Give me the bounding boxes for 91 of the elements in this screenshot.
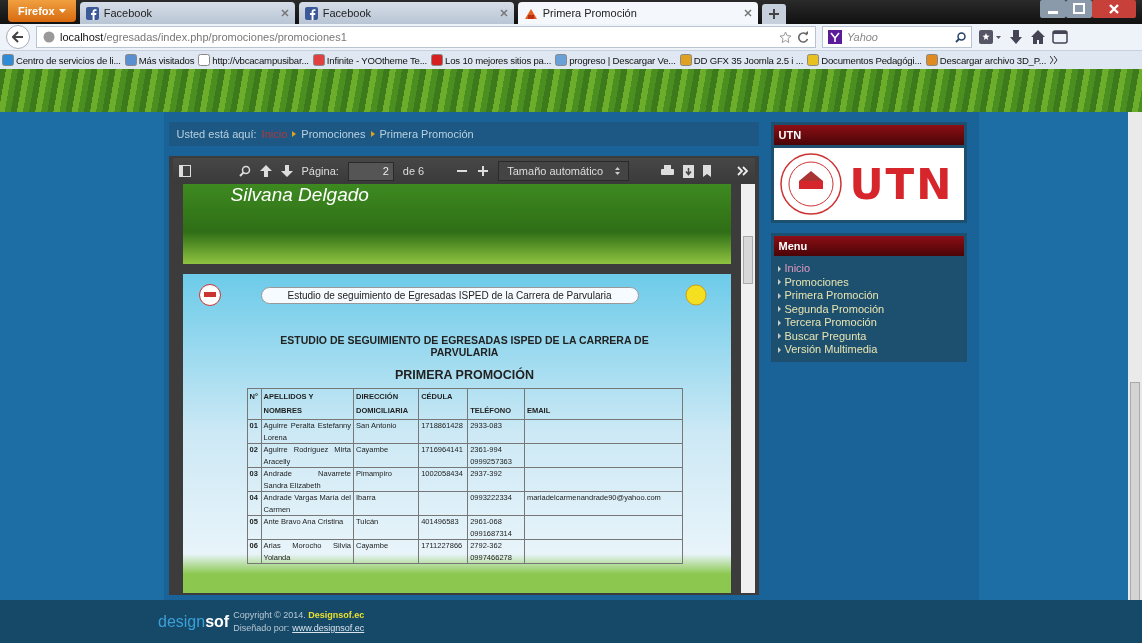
bookmark-item[interactable]: http://vbcacampusibar... — [198, 54, 309, 66]
module-title: UTN — [773, 125, 964, 145]
sidebar-toggle-icon[interactable] — [178, 165, 191, 177]
print-icon[interactable] — [660, 165, 674, 177]
browser-tab[interactable]: Facebook — [79, 2, 295, 24]
breadcrumb-link[interactable]: Primera Promoción — [379, 128, 474, 140]
window-icon[interactable] — [1052, 29, 1068, 45]
url-text: localhost/egresadas/index.php/promociones/promociones1 — [60, 31, 347, 43]
menu-link[interactable]: Buscar Pregunta — [777, 329, 960, 343]
seal-icon — [198, 284, 221, 306]
plus-icon — [768, 9, 779, 19]
designer-link[interactable]: www.designsof.ec — [292, 623, 365, 633]
favicon-icon — [807, 54, 820, 66]
designsof-logo: designsof — [158, 612, 230, 631]
designed-by-text: Diseñado por: — [233, 623, 290, 633]
bookmark-item[interactable]: Centro de servicios de li... — [2, 54, 121, 66]
chevron-icon[interactable] — [1050, 56, 1059, 64]
arrow-up-icon[interactable] — [259, 165, 272, 177]
reload-icon[interactable] — [797, 31, 809, 43]
bookmark-icon[interactable] — [702, 165, 711, 177]
home-icon[interactable] — [1030, 29, 1046, 45]
bookmark-item[interactable]: Infinite - YOOtheme Te... — [312, 54, 428, 66]
menu-link[interactable]: Promociones — [777, 275, 960, 289]
new-tab-button[interactable] — [761, 4, 786, 24]
browser-tab[interactable]: Facebook — [298, 2, 514, 24]
menu-link[interactable]: Inicio — [777, 262, 960, 276]
menu-link[interactable]: Versión Multimedia — [777, 343, 960, 357]
scroll-thumb[interactable] — [1130, 382, 1140, 600]
yahoo-icon — [828, 30, 842, 44]
star-icon[interactable] — [779, 30, 792, 44]
bookmark-item[interactable]: Los 10 mejores sitios pa... — [431, 54, 552, 66]
menu-link[interactable]: Primera Promoción — [777, 289, 960, 303]
favicon-icon — [2, 54, 14, 66]
favicon-icon — [198, 54, 211, 66]
search-icon[interactable] — [955, 31, 966, 43]
facebook-icon — [304, 6, 318, 20]
zoom-select[interactable]: Tamaño automático — [498, 161, 630, 181]
browser-tab[interactable]: Primera Promoción — [517, 2, 758, 24]
close-icon[interactable] — [280, 9, 289, 17]
favicon-icon — [679, 54, 692, 66]
arrow-icon — [370, 131, 375, 137]
search-icon[interactable] — [238, 165, 251, 177]
address-bar[interactable]: localhost/egresadas/index.php/promociones/promociones1 — [36, 26, 816, 48]
back-button[interactable] — [6, 25, 30, 49]
seal-icon — [779, 153, 842, 215]
close-icon[interactable] — [1092, 0, 1136, 18]
bookmark-item[interactable]: progreso | Descargar Ve... — [555, 54, 676, 66]
page-count: de 6 — [402, 165, 425, 177]
breadcrumb-label: Usted está aquí: — [176, 128, 257, 140]
favicon-icon — [124, 54, 137, 66]
arrow-icon — [292, 131, 297, 137]
download-icon[interactable] — [1008, 29, 1024, 45]
favicon-icon — [431, 54, 444, 66]
logo-text: UTN — [849, 159, 954, 209]
module-title: Menu — [773, 236, 964, 256]
bookmark-item[interactable]: Documentos Pedagógi... — [807, 54, 922, 66]
sort-arrows-icon — [615, 167, 621, 175]
facebook-icon — [85, 6, 99, 20]
menu-link[interactable]: Tercera Promoción — [777, 316, 960, 330]
search-field[interactable]: Yahoo — [822, 26, 972, 48]
minimize-icon[interactable] — [1040, 0, 1066, 18]
arrow-down-icon[interactable] — [280, 165, 293, 177]
zoom-in-icon[interactable] — [477, 165, 490, 177]
page-name-text: Silvana Delgado — [230, 184, 370, 206]
pdf-heading: ESTUDIO DE SEGUIMIENTO DE EGRESADAS ISPED DE LA CARRERA DE PARVULARIA — [279, 334, 650, 358]
search-placeholder: Yahoo — [847, 31, 879, 43]
bookmarks-icon[interactable] — [978, 29, 1002, 45]
favicon-icon — [312, 54, 325, 66]
favicon-icon — [555, 54, 568, 66]
download-icon[interactable] — [682, 164, 694, 178]
bookmark-item[interactable]: Más visitados — [124, 54, 195, 66]
copyright-text: Copyright © 2014. Designsof.ec — [233, 610, 365, 620]
bookmark-item[interactable]: DD GFX 35 Joomla 2.5 i ... — [679, 54, 804, 66]
bookmark-item[interactable]: Descargar archivo 3D_P... — [925, 54, 1047, 66]
pdf-subheading: PRIMERA PROMOCIÓN — [394, 368, 535, 382]
close-icon[interactable] — [499, 9, 508, 17]
page-label: Página: — [301, 165, 339, 177]
tab-title: Primera Promoción — [542, 7, 638, 19]
close-icon[interactable] — [743, 9, 752, 17]
favicon-icon — [925, 54, 938, 66]
page-number-field[interactable]: 2 — [347, 161, 394, 181]
tab-title: Facebook — [103, 7, 153, 19]
globe-icon — [43, 31, 55, 43]
scroll-thumb[interactable] — [742, 236, 753, 284]
breadcrumb-link[interactable]: Promociones — [301, 128, 366, 140]
pdf-banner-title: Estudio de seguimiento de Egresadas ISPED de la Carrera de Parvularia — [260, 286, 639, 304]
arrow-left-icon — [12, 31, 24, 43]
menu-link[interactable]: Segunda Promoción — [777, 302, 960, 316]
maximize-icon[interactable] — [1066, 0, 1092, 18]
tab-title: Facebook — [322, 7, 372, 19]
caret-icon — [58, 9, 66, 13]
